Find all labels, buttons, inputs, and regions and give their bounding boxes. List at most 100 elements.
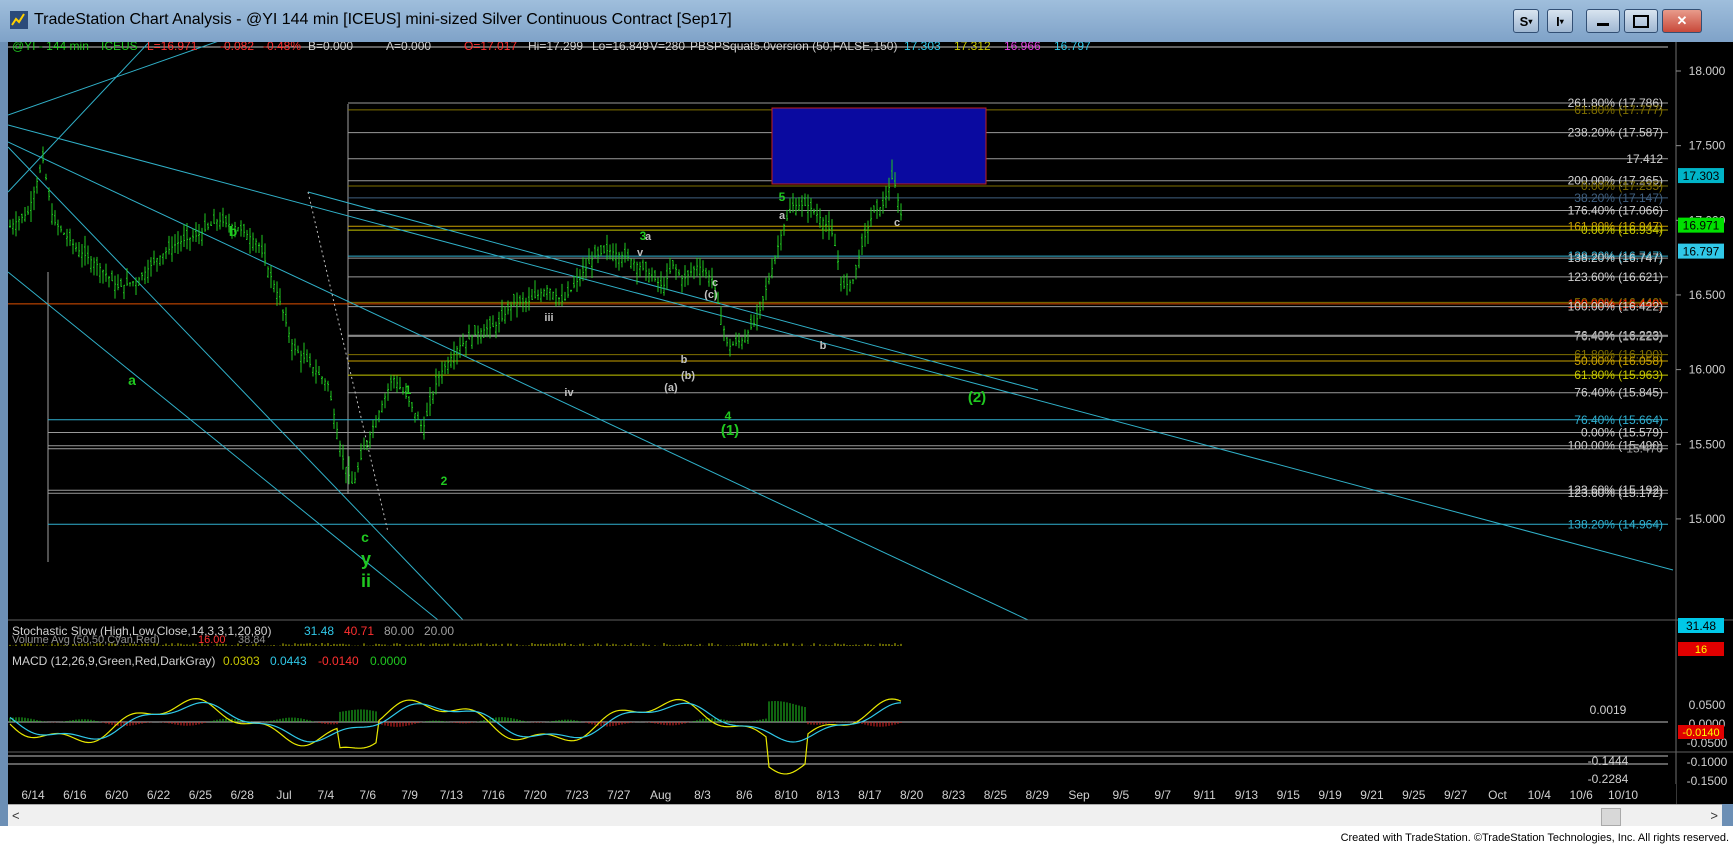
date-tick-label: 6/20 bbox=[105, 788, 129, 802]
date-tick-label: 8/25 bbox=[984, 788, 1008, 802]
wave-label: b bbox=[820, 340, 827, 352]
stoch-value-4: 20.00 bbox=[424, 624, 454, 638]
minimize-button[interactable] bbox=[1586, 9, 1620, 33]
header-low: Lo=16.849 bbox=[592, 42, 649, 53]
macd-value-2: 0.0443 bbox=[270, 654, 307, 668]
date-tick-label: 6/28 bbox=[231, 788, 255, 802]
price-tick-label: 18.000 bbox=[1689, 64, 1726, 78]
date-tick-label: 9/11 bbox=[1193, 788, 1216, 802]
close-icon: ✕ bbox=[1676, 13, 1688, 28]
fib-level-label: 50.00% (16.058) bbox=[1574, 354, 1663, 368]
header-change-pct: -0.48% bbox=[263, 42, 301, 53]
date-tick-label: 9/5 bbox=[1113, 788, 1130, 802]
header-high: Hi=17.299 bbox=[528, 42, 583, 53]
date-tick-label: 8/6 bbox=[736, 788, 753, 802]
stoch-value-3: 80.00 bbox=[384, 624, 414, 638]
header-last: L=16.971 bbox=[147, 42, 198, 53]
date-tick-label: 9/13 bbox=[1235, 788, 1259, 802]
date-tick-label: 7/20 bbox=[523, 788, 547, 802]
date-tick-label: Aug bbox=[650, 788, 671, 802]
fib-level-label: 123.60% (16.621) bbox=[1568, 270, 1663, 284]
date-tick-label: 7/23 bbox=[565, 788, 589, 802]
date-tick-label: 6/25 bbox=[189, 788, 213, 802]
date-tick-label: 8/29 bbox=[1026, 788, 1050, 802]
price-chart-svg[interactable]: 261.80% (17.786)61.80% (17.777)238.20% (… bbox=[7, 21, 1733, 804]
date-tick-label: Jul bbox=[276, 788, 291, 802]
date-tick-label: 7/9 bbox=[401, 788, 418, 802]
wave-label: a bbox=[779, 210, 786, 222]
wave-label: c bbox=[361, 529, 369, 545]
date-tick-label: 6/22 bbox=[147, 788, 171, 802]
footer: Created with TradeStation. ©TradeStation… bbox=[0, 826, 1733, 850]
macd-level-c: -0.2284 bbox=[1588, 772, 1629, 786]
macd-level-a: 0.0019 bbox=[1590, 703, 1627, 717]
fib-level-label: 17.412 bbox=[1626, 152, 1663, 166]
study-value-3: 16.966 bbox=[1004, 42, 1041, 53]
fib-level-label: 76.40% (16.223) bbox=[1574, 329, 1663, 343]
date-tick-label: 8/20 bbox=[900, 788, 924, 802]
wave-label: iv bbox=[564, 387, 574, 399]
maximize-button[interactable] bbox=[1624, 9, 1658, 33]
wave-label: (c) bbox=[704, 289, 718, 301]
date-tick-label: 9/25 bbox=[1402, 788, 1426, 802]
wave-label: (a) bbox=[664, 382, 678, 394]
date-tick-label: 6/14 bbox=[21, 788, 45, 802]
date-tick-label: 9/7 bbox=[1154, 788, 1171, 802]
wave-label: ii bbox=[361, 571, 371, 591]
wave-label: b bbox=[681, 354, 688, 366]
fib-level-label: 138.20% (16.747) bbox=[1568, 251, 1663, 265]
fib-level-label: 0.00% (15.579) bbox=[1581, 425, 1663, 439]
wave-label: 2 bbox=[441, 474, 448, 488]
scroll-right-icon[interactable]: > bbox=[1710, 808, 1718, 823]
target-box bbox=[771, 107, 987, 185]
price-tick-label: 17.500 bbox=[1689, 139, 1726, 153]
stoch-value-2: 40.71 bbox=[344, 624, 374, 638]
price-tick-label: 15.000 bbox=[1689, 512, 1726, 526]
wave-label: iii bbox=[544, 312, 553, 324]
date-tick-label: 8/10 bbox=[774, 788, 798, 802]
title-bar[interactable]: TradeStation Chart Analysis - @YI 144 mi… bbox=[0, 0, 1733, 42]
date-tick-label: 8/13 bbox=[816, 788, 840, 802]
macd-value-3: -0.0140 bbox=[318, 654, 359, 668]
price-tick-label: 16.000 bbox=[1689, 363, 1726, 377]
macd-badge-text: -0.0140 bbox=[1682, 727, 1719, 739]
wave-label: a bbox=[645, 231, 652, 243]
date-tick-label: 8/3 bbox=[694, 788, 711, 802]
date-tick-label: 7/16 bbox=[482, 788, 506, 802]
header-change: -0.082 bbox=[220, 42, 254, 53]
header-ask: A=0.000 bbox=[386, 42, 431, 53]
volume-badge-text: 16 bbox=[1695, 644, 1707, 656]
price-badge-text: 16.971 bbox=[1683, 219, 1720, 233]
close-button[interactable]: ✕ bbox=[1662, 9, 1702, 33]
wave-label: v bbox=[637, 247, 644, 259]
date-tick-label: 10/6 bbox=[1569, 788, 1593, 802]
s-button[interactable]: S ▾ bbox=[1513, 9, 1539, 33]
fib-level-label: 61.80% (15.963) bbox=[1574, 368, 1663, 382]
date-tick-label: 8/23 bbox=[942, 788, 966, 802]
wave-label: c bbox=[894, 217, 900, 229]
study-value-1: 17.303 bbox=[904, 42, 941, 53]
price-badge-text: 17.303 bbox=[1683, 169, 1720, 183]
study-value-2: 17.312 bbox=[954, 42, 991, 53]
macd-level-b: -0.1444 bbox=[1588, 754, 1629, 768]
fib-level-label: 76.40% (15.845) bbox=[1574, 386, 1663, 400]
header-study: PBSPSquat5.0version (50,FALSE,150) bbox=[690, 42, 897, 53]
chart-area[interactable]: 261.80% (17.786) 61.80% (17.777) 238.20% (… bbox=[7, 21, 1733, 820]
scroll-left-icon[interactable]: < bbox=[12, 808, 20, 823]
app-window: TradeStation Chart Analysis - @YI 144 mi… bbox=[0, 0, 1733, 850]
date-tick-label: 9/15 bbox=[1277, 788, 1301, 802]
fib-level-label: 61.80% (17.777) bbox=[1574, 103, 1663, 117]
wave-label: (2) bbox=[968, 389, 986, 406]
price-tick-label: 16.500 bbox=[1689, 288, 1726, 302]
stoch-value-1: 31.48 bbox=[304, 624, 334, 638]
date-tick-label: 9/21 bbox=[1360, 788, 1384, 802]
macd-tick-label: -0.1500 bbox=[1687, 774, 1728, 788]
horizontal-scrollbar[interactable]: < > bbox=[8, 804, 1722, 827]
i-button[interactable]: I ▾ bbox=[1547, 9, 1573, 33]
wave-label: 5 bbox=[779, 190, 786, 204]
header-volume: V=280 bbox=[650, 42, 685, 53]
date-tick-label: 7/4 bbox=[318, 788, 335, 802]
volume-avg-label: Volume Avg (50,50,Cyan,Red) bbox=[12, 634, 160, 646]
header-bid: B=0.000 bbox=[308, 42, 353, 53]
scroll-thumb[interactable] bbox=[1601, 808, 1621, 826]
